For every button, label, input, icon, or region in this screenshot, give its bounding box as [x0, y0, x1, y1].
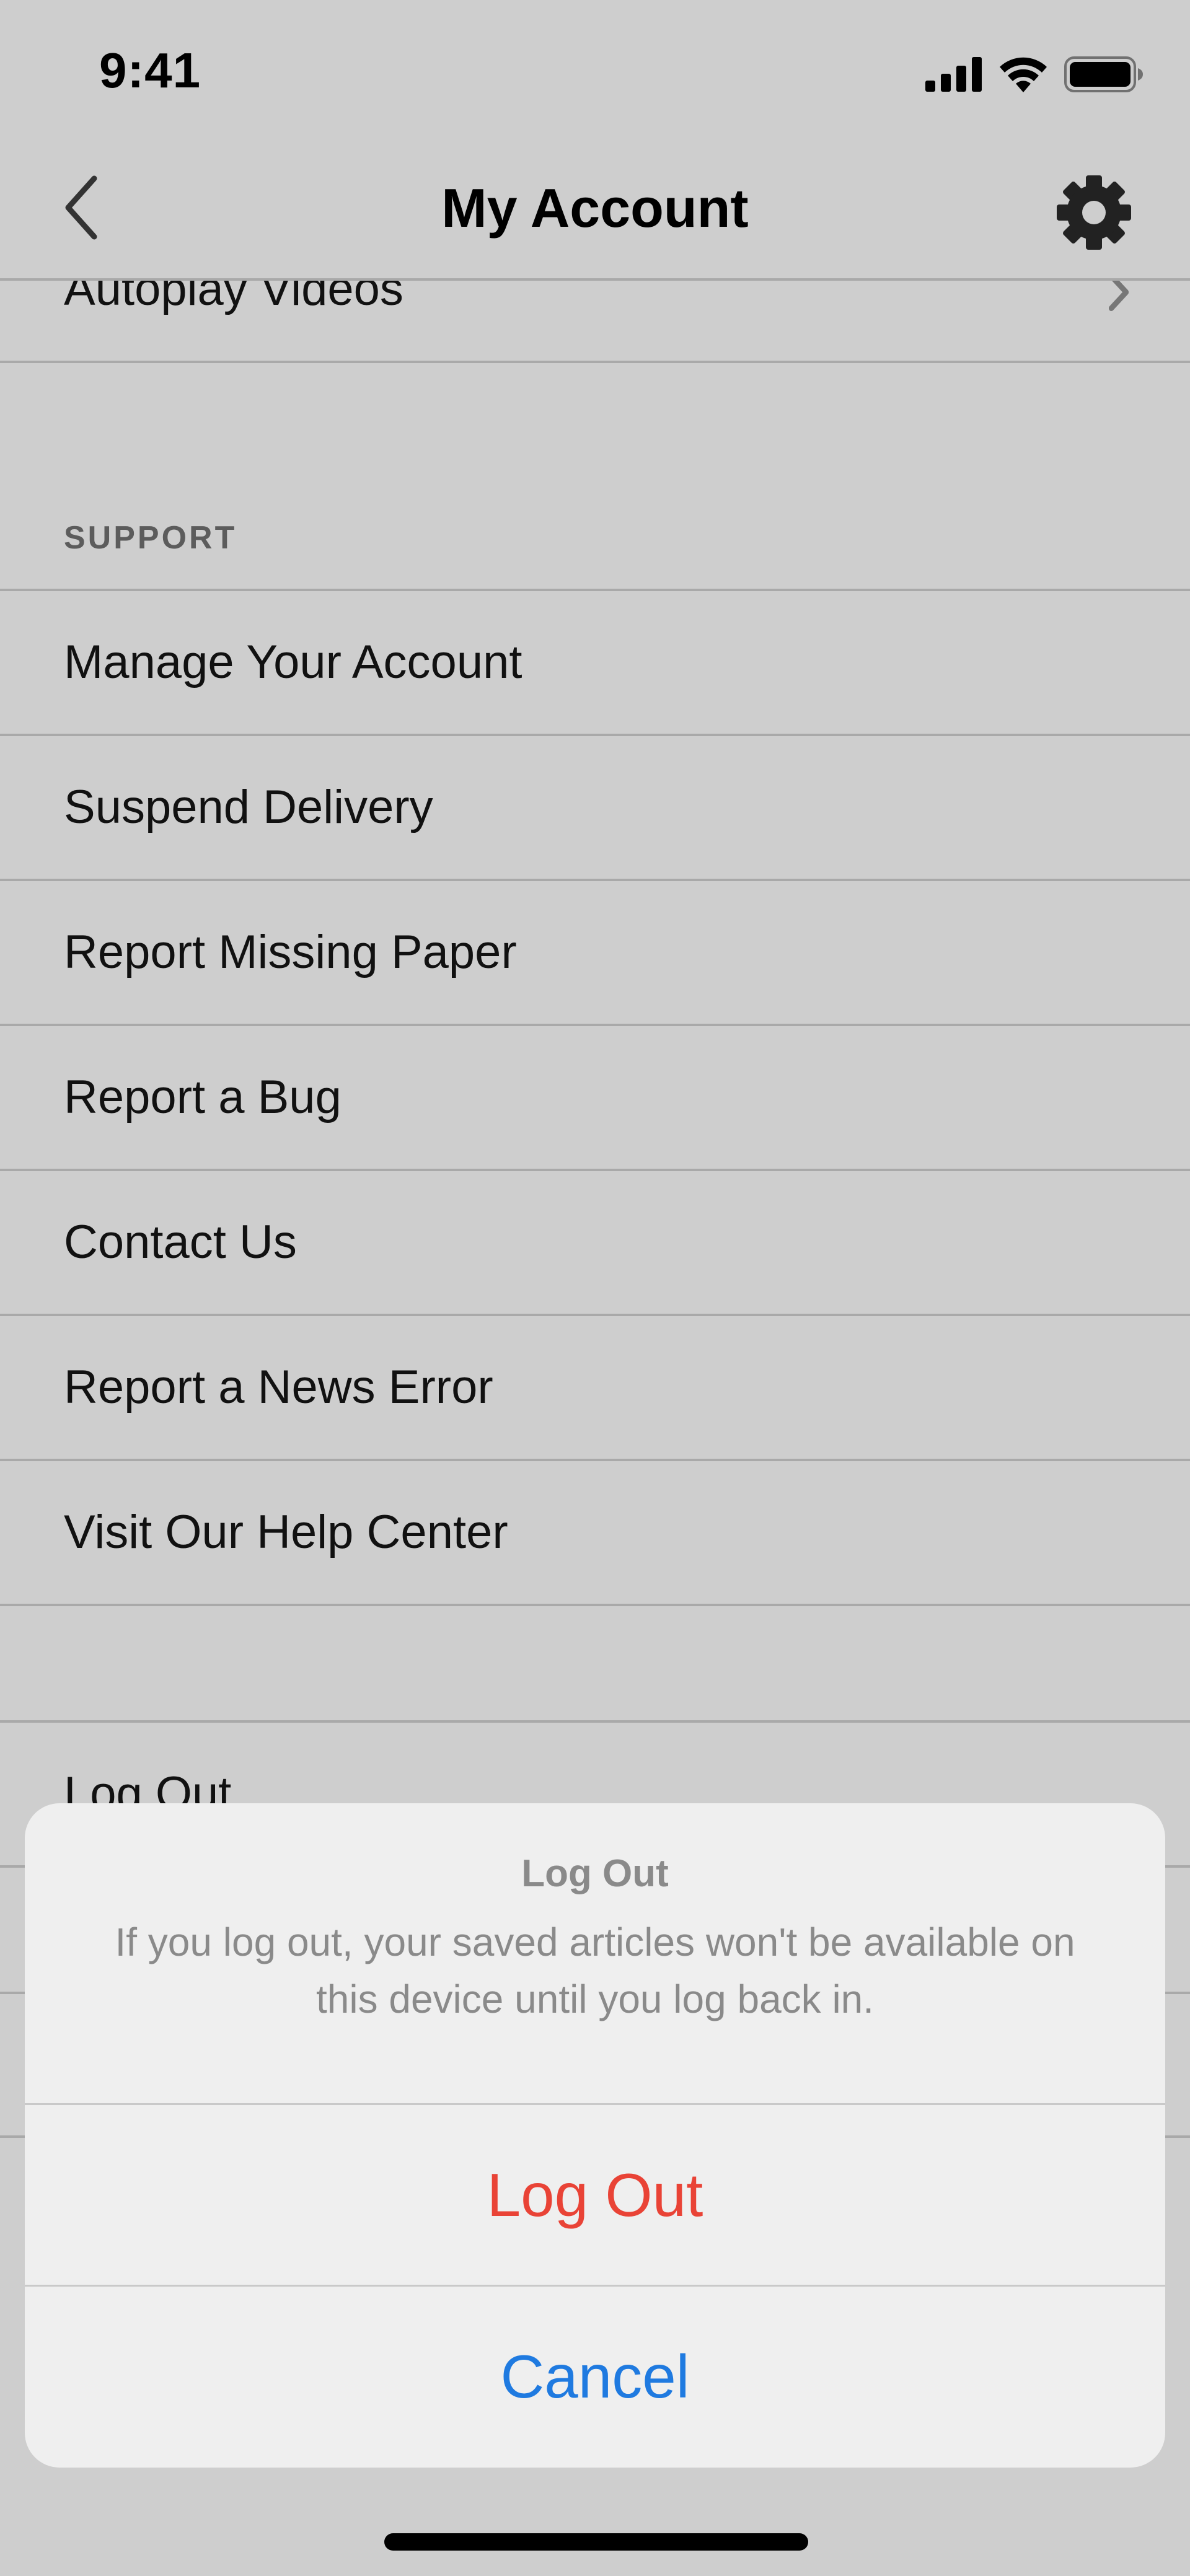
settings-row-label: Autoplay Videos — [64, 281, 403, 315]
support-item-report-bug[interactable]: Report a Bug — [0, 1026, 1190, 1171]
status-time: 9:41 — [99, 43, 201, 98]
support-item-suspend-delivery[interactable]: Suspend Delivery — [0, 736, 1190, 881]
gear-icon — [1057, 175, 1131, 250]
cellular-signal-icon — [925, 57, 982, 92]
list-item-label: Report a News Error — [64, 1361, 493, 1413]
list-item-label: Manage Your Account — [64, 636, 522, 688]
cancel-button[interactable]: Cancel — [25, 2287, 1165, 2466]
action-sheet-title: Log Out — [521, 1852, 669, 1895]
section-header-support: SUPPORT — [64, 520, 237, 556]
list-item-label: Visit Our Help Center — [64, 1506, 508, 1558]
list-item-label: Report a Bug — [64, 1071, 342, 1123]
wifi-icon — [1000, 57, 1047, 92]
settings-button[interactable] — [1054, 172, 1134, 253]
confirm-logout-button[interactable]: Log Out — [25, 2105, 1165, 2285]
status-bar-overlay: 9:41 — [0, 0, 1190, 143]
list-item-label: Suspend Delivery — [64, 781, 433, 833]
chevron-right-icon — [1109, 281, 1129, 310]
logout-action-sheet: Log Out If you log out, your saved artic… — [25, 1803, 1165, 2468]
battery-icon — [1064, 56, 1143, 92]
navigation-bar-overlay: My Account — [0, 143, 1190, 279]
nav-divider — [0, 278, 1190, 281]
list-item-label: Contact Us — [64, 1216, 297, 1268]
page-title: My Account — [441, 177, 749, 239]
status-icons — [925, 53, 1144, 96]
action-sheet-message: If you log out, your saved articles won'… — [115, 1920, 1075, 2021]
support-item-manage-account[interactable]: Manage Your Account — [0, 591, 1190, 736]
support-item-contact-us[interactable]: Contact Us — [0, 1171, 1190, 1316]
row-divider — [0, 361, 1190, 363]
support-item-report-news-error[interactable]: Report a News Error — [0, 1316, 1190, 1461]
list-item-label: Report Missing Paper — [64, 926, 517, 978]
partial-row-clip: Autoplay Videos — [0, 281, 1190, 361]
support-item-help-center[interactable]: Visit Our Help Center — [0, 1461, 1190, 1606]
home-indicator — [384, 2533, 808, 2551]
support-item-report-missing-paper[interactable]: Report Missing Paper — [0, 881, 1190, 1026]
